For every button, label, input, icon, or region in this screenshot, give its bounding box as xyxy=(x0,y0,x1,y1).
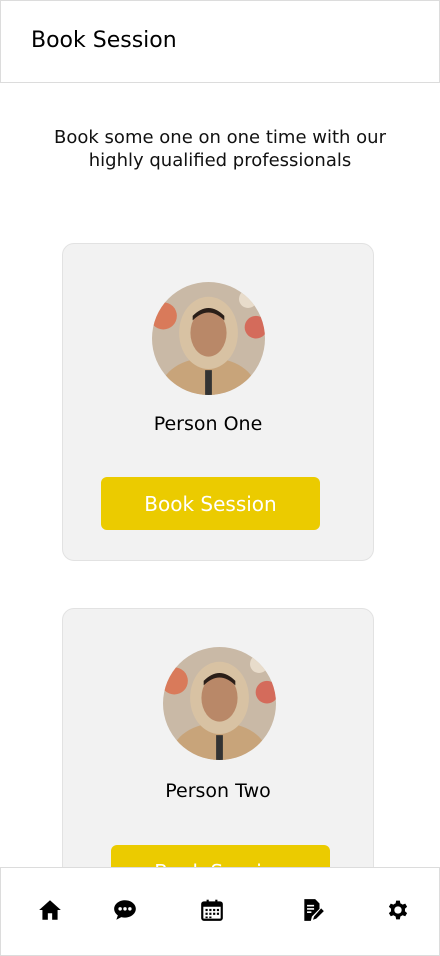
home-icon[interactable] xyxy=(37,897,63,923)
page-title: Book Session xyxy=(31,28,177,53)
calendar-icon[interactable] xyxy=(199,897,225,923)
book-session-button[interactable]: Book Session xyxy=(101,477,320,530)
gear-icon[interactable] xyxy=(385,897,411,923)
avatar xyxy=(163,647,276,760)
person-name: Person One xyxy=(153,413,263,435)
chat-icon[interactable] xyxy=(112,897,138,923)
avatar xyxy=(152,282,265,395)
professional-card: Person One Book Session xyxy=(62,243,374,561)
person-name: Person Two xyxy=(165,780,271,802)
app-header: Book Session xyxy=(0,0,440,83)
bottom-tab-bar xyxy=(0,867,440,956)
intro-text: Book some one on one time with our highl… xyxy=(54,127,386,171)
notes-edit-icon[interactable] xyxy=(300,897,326,923)
